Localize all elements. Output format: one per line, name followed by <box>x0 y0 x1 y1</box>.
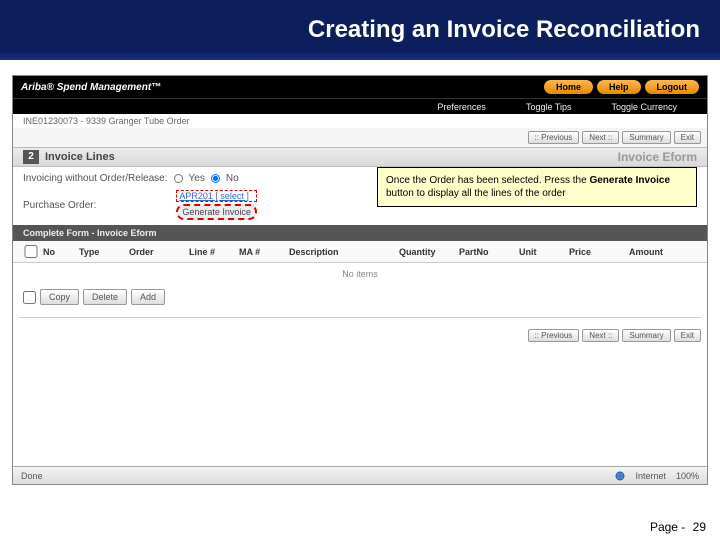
page-number: 29 <box>693 520 706 534</box>
col-order: Order <box>129 247 189 257</box>
col-type: Type <box>79 247 129 257</box>
lines-header: Complete Form - Invoice Eform <box>13 225 707 241</box>
table-header-row: No Type Order Line # MA # Description Qu… <box>13 241 707 263</box>
top-toolbar: :: Previous Next :: Summary Exit <box>13 128 707 147</box>
help-button[interactable]: Help <box>597 80 641 94</box>
callout-text-2: button to display all the lines of the o… <box>386 188 566 199</box>
page-label: Page - <box>650 520 685 534</box>
col-partno: PartNo <box>459 247 519 257</box>
top-nav: Home Help Logout <box>544 80 699 94</box>
step-number-badge: 2 <box>23 150 39 164</box>
add-button[interactable]: Add <box>131 289 165 305</box>
eform-label: Invoice Eform <box>618 150 697 164</box>
callout-text-1: Once the Order has been selected. Press … <box>386 175 589 186</box>
section-title: Invoice Lines <box>45 151 115 163</box>
po-select-link[interactable]: APR201 [ select ] <box>176 190 257 202</box>
breadcrumb: INE01230073 - 9339 Granger Tube Order <box>13 114 707 128</box>
previous-button[interactable]: :: Previous <box>528 131 580 144</box>
section-bar: 2 Invoice Lines Invoice Eform <box>13 147 707 167</box>
col-amount: Amount <box>629 247 699 257</box>
radio-no[interactable] <box>211 174 220 183</box>
brand-logo: Ariba® Spend Management™ <box>21 82 161 93</box>
next-button-bottom[interactable]: Next :: <box>582 329 619 342</box>
next-button[interactable]: Next :: <box>582 131 619 144</box>
divider <box>19 317 701 318</box>
col-quantity: Quantity <box>399 247 459 257</box>
col-ma: MA # <box>239 247 289 257</box>
col-price: Price <box>569 247 629 257</box>
home-button[interactable]: Home <box>544 80 593 94</box>
preferences-link[interactable]: Preferences <box>437 102 486 112</box>
col-description: Description <box>289 247 399 257</box>
browser-statusbar: Done Internet 100% <box>13 466 707 484</box>
toggle-currency-link[interactable]: Toggle Currency <box>611 102 677 112</box>
exit-button[interactable]: Exit <box>674 131 701 144</box>
no-items-message: No items <box>13 263 707 285</box>
col-no: No <box>43 247 79 257</box>
sub-header: Preferences Toggle Tips Toggle Currency <box>13 98 707 114</box>
generate-invoice-button[interactable]: Generate Invoice <box>176 204 257 220</box>
embedded-screenshot: Ariba® Spend Management™ Home Help Logou… <box>12 75 708 485</box>
po-label: Purchase Order: <box>23 200 96 211</box>
status-done: Done <box>21 471 43 481</box>
yes-label: Yes <box>189 173 205 184</box>
select-all-checkbox[interactable] <box>19 245 43 258</box>
bottom-toolbar: :: Previous Next :: Summary Exit <box>13 326 707 345</box>
exit-button-bottom[interactable]: Exit <box>674 329 701 342</box>
row-checkbox[interactable] <box>23 291 36 304</box>
app-header: Ariba® Spend Management™ Home Help Logou… <box>13 76 707 98</box>
invoice-form: Invoicing without Order/Release: Yes No … <box>13 167 707 225</box>
col-unit: Unit <box>519 247 569 257</box>
callout-bold: Generate Invoice <box>589 175 670 186</box>
summary-button[interactable]: Summary <box>622 131 670 144</box>
slide-page-footer: Page - 29 <box>650 520 706 534</box>
copy-button[interactable]: Copy <box>40 289 79 305</box>
q1-label: Invoicing without Order/Release: <box>23 173 168 184</box>
col-line: Line # <box>189 247 239 257</box>
logout-button[interactable]: Logout <box>645 80 700 94</box>
status-internet: Internet <box>635 471 666 481</box>
slide-title-banner: Creating an Invoice Reconciliation <box>0 0 720 60</box>
slide-title: Creating an Invoice Reconciliation <box>308 16 700 44</box>
status-zoom: 100% <box>676 471 699 481</box>
summary-button-bottom[interactable]: Summary <box>622 329 670 342</box>
toggle-tips-link[interactable]: Toggle Tips <box>526 102 572 112</box>
line-actions: Copy Delete Add <box>13 285 707 309</box>
no-label: No <box>226 173 239 184</box>
instruction-callout: Once the Order has been selected. Press … <box>377 167 697 207</box>
internet-globe-icon <box>615 471 625 481</box>
previous-button-bottom[interactable]: :: Previous <box>528 329 580 342</box>
delete-button[interactable]: Delete <box>83 289 127 305</box>
radio-yes[interactable] <box>174 174 183 183</box>
